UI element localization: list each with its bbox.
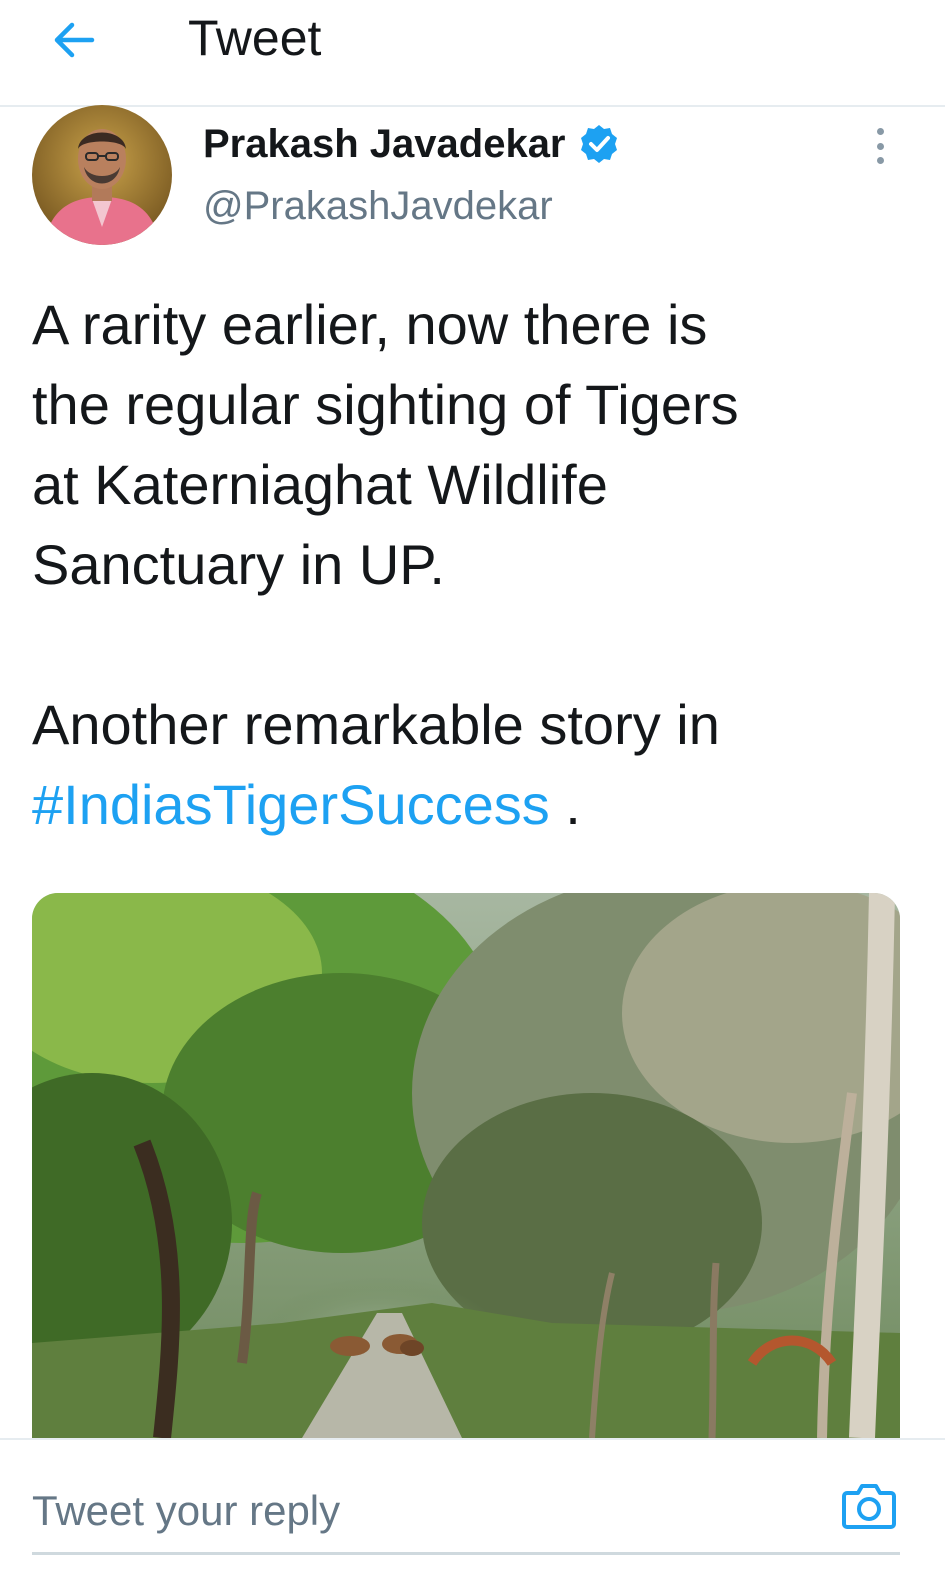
top-bar: Tweet xyxy=(0,0,945,107)
avatar[interactable] xyxy=(32,105,172,245)
tweet-text-line: Another remarkable story in xyxy=(32,693,720,756)
reply-input[interactable] xyxy=(32,1476,792,1546)
back-button[interactable] xyxy=(44,10,104,70)
tweet-text-line: A rarity earlier, now there is xyxy=(32,293,708,356)
camera-button[interactable] xyxy=(838,1474,900,1536)
tweet-text-line: #IndiasTigerSuccess . xyxy=(32,765,912,845)
camera-icon xyxy=(842,1484,896,1529)
author-name-row[interactable]: Prakash Javadekar xyxy=(203,118,620,170)
tweet-text-line: Sanctuary in UP. xyxy=(32,533,445,596)
verified-badge-icon xyxy=(578,123,620,165)
more-vertical-icon xyxy=(876,128,884,135)
tweet-text: A rarity earlier, now there is the regul… xyxy=(32,285,912,845)
tweet-media-image[interactable] xyxy=(32,893,900,1438)
hashtag-link[interactable]: #IndiasTigerSuccess xyxy=(32,773,550,836)
author-handle[interactable]: @PrakashJavdekar xyxy=(203,184,553,229)
tweet-text-line: at Katerniaghat Wildlife xyxy=(32,453,608,516)
author-name[interactable]: Prakash Javadekar xyxy=(203,122,566,167)
more-options-button[interactable] xyxy=(862,122,898,170)
reply-input-underline xyxy=(32,1552,900,1555)
back-arrow-icon xyxy=(54,22,95,58)
page-title: Tweet xyxy=(188,10,322,66)
tweet-text-line: the regular sighting of Tigers xyxy=(32,373,739,436)
tweet-text-trailing: . xyxy=(549,773,581,836)
reply-bar xyxy=(0,1438,945,1596)
